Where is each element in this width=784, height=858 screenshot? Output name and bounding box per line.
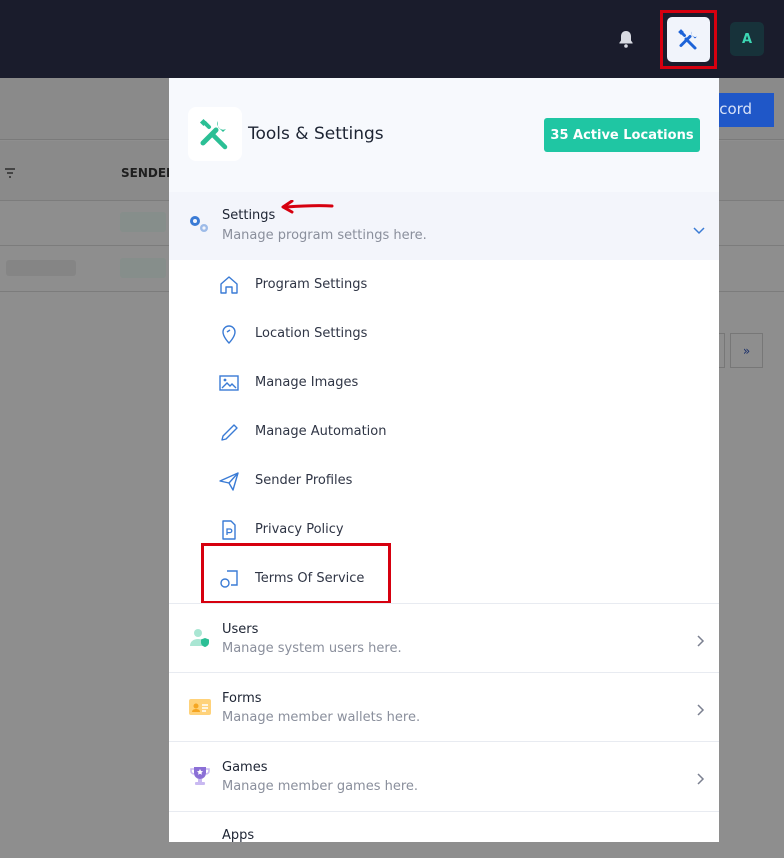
menu-item-label: Program Settings bbox=[255, 277, 368, 292]
annotation-arrow-icon bbox=[280, 199, 334, 218]
gears-icon bbox=[187, 212, 213, 240]
paper-plane-icon bbox=[219, 472, 239, 491]
dropdown-title: Tools & Settings bbox=[248, 124, 384, 144]
menu-item-label: Privacy Policy bbox=[255, 522, 344, 537]
menu-group-users[interactable]: Users Manage system users here. bbox=[169, 603, 719, 672]
tools-settings-dropdown: Tools & Settings 35 Active Locations Set… bbox=[169, 78, 719, 842]
terms-of-service-highlight bbox=[201, 543, 391, 604]
id-card-icon bbox=[189, 699, 211, 715]
menu-group-games[interactable]: Games Manage member games here. bbox=[169, 741, 719, 810]
settings-subtitle: Manage program settings here. bbox=[222, 228, 427, 243]
pencil-icon bbox=[221, 424, 238, 441]
apps-title: Apps bbox=[222, 828, 255, 842]
bell-icon[interactable] bbox=[615, 28, 637, 50]
location-pin-icon bbox=[222, 325, 236, 344]
tools-settings-button[interactable] bbox=[667, 17, 710, 62]
menu-item-location-settings[interactable]: Location Settings bbox=[169, 309, 719, 358]
sender-column-header: SENDER bbox=[121, 166, 176, 180]
document-p-icon bbox=[222, 520, 236, 540]
settings-section-header[interactable]: Settings Manage program settings here. bbox=[169, 192, 719, 260]
menu-item-label: Location Settings bbox=[255, 326, 368, 341]
settings-title: Settings bbox=[222, 208, 276, 223]
users-title: Users bbox=[222, 622, 259, 637]
users-subtitle: Manage system users here. bbox=[222, 641, 402, 656]
row-avatar-blur bbox=[120, 258, 166, 278]
forms-subtitle: Manage member wallets here. bbox=[222, 710, 421, 725]
user-shield-icon bbox=[190, 629, 209, 647]
chevron-down-icon bbox=[693, 220, 705, 239]
chevron-right-icon bbox=[697, 632, 705, 651]
menu-group-apps[interactable]: Apps bbox=[169, 811, 719, 842]
row-text-blur bbox=[6, 260, 76, 276]
filter-icon[interactable] bbox=[4, 167, 16, 181]
forms-title: Forms bbox=[222, 691, 262, 706]
tools-button-highlight bbox=[660, 10, 717, 69]
menu-item-label: Manage Images bbox=[255, 375, 359, 390]
chevron-right-icon bbox=[697, 701, 705, 720]
menu-item-label: Manage Automation bbox=[255, 424, 387, 439]
active-locations-button[interactable]: 35 Active Locations bbox=[544, 118, 700, 152]
menu-item-sender-profiles[interactable]: Sender Profiles bbox=[169, 456, 719, 505]
home-icon bbox=[220, 276, 238, 294]
trophy-icon bbox=[190, 767, 210, 785]
dropdown-header: Tools & Settings 35 Active Locations bbox=[169, 78, 719, 192]
menu-group-forms[interactable]: Forms Manage member wallets here. bbox=[169, 672, 719, 741]
menu-item-program-settings[interactable]: Program Settings bbox=[169, 260, 719, 309]
chevron-right-icon bbox=[697, 770, 705, 789]
menu-item-label: Sender Profiles bbox=[255, 473, 353, 488]
menu-item-manage-images[interactable]: Manage Images bbox=[169, 358, 719, 407]
image-icon bbox=[219, 375, 239, 391]
tools-icon bbox=[677, 28, 697, 49]
games-subtitle: Manage member games here. bbox=[222, 779, 419, 794]
apps-icon bbox=[188, 832, 212, 842]
user-avatar[interactable]: A bbox=[730, 22, 764, 56]
row-avatar-blur bbox=[120, 212, 166, 232]
tools-header-icon bbox=[188, 107, 242, 161]
games-title: Games bbox=[222, 760, 268, 775]
menu-item-manage-automation[interactable]: Manage Automation bbox=[169, 407, 719, 456]
pagination-next-button[interactable]: » bbox=[730, 333, 763, 368]
